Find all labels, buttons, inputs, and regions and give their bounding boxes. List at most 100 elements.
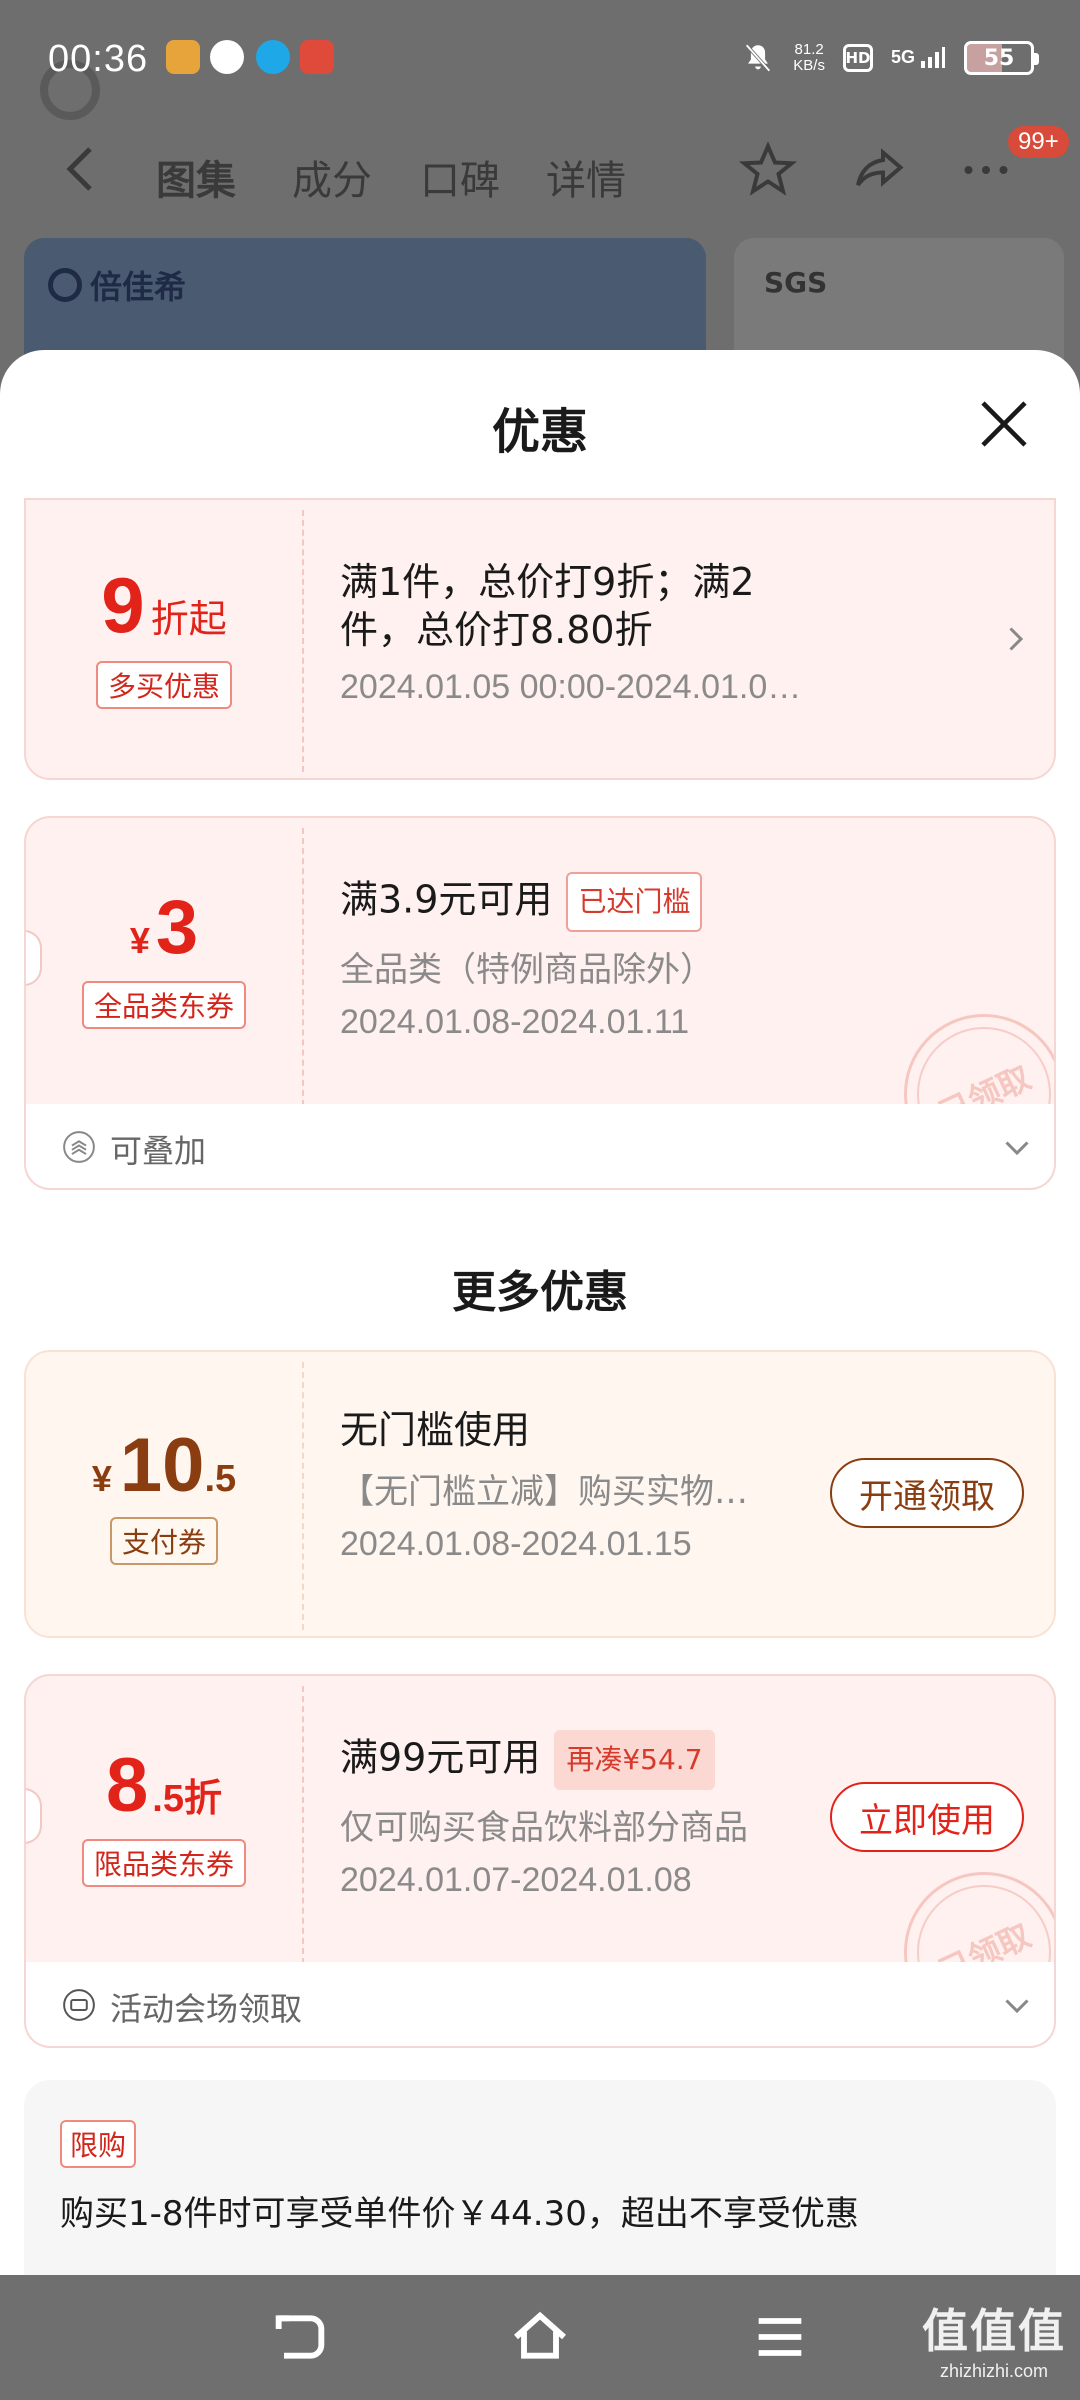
currency-symbol: ¥ [129, 920, 150, 961]
coupon-threshold-text: 满99元可用 [340, 1735, 541, 1780]
coupon-threshold: 满99元可用 再凑¥54.7 [340, 1730, 1054, 1790]
watermark-logo-text: 值值值 [922, 2304, 1066, 2358]
more-discounts-title: 更多优惠 [452, 1267, 628, 1318]
purchase-limit-text: 购买1-8件时可享受单件价￥44.30，超出不享受优惠 [60, 2194, 859, 2234]
tab-details[interactable]: 详情 [546, 148, 626, 206]
coupon-amount-suffix: .5 [204, 1458, 237, 1500]
notification-shop-icon [300, 40, 334, 74]
signal-5g-icon: 5G [891, 47, 946, 69]
more-dots-icon[interactable] [956, 140, 1016, 200]
brand-b-icon [48, 268, 82, 302]
event-venue-label: 活动会场领取 [110, 1990, 303, 2028]
status-bar: 00:36 81.2 KB/s HD 5G 55 [0, 0, 1080, 120]
discount-sheet: 优惠 9 折起 多买优惠 满1件，总价打9折；满2 件，总价打8.80折 202… [0, 350, 1080, 2275]
report-sgs-label: SGS [764, 266, 828, 299]
coupon-divider [302, 1362, 304, 1630]
activate-claim-button[interactable]: 开通领取 [830, 1458, 1024, 1528]
coupon-amount: 8 .5折 [106, 1742, 222, 1829]
notification-app-icon [166, 40, 200, 74]
coupon-amount-suffix: 折起 [150, 597, 227, 641]
coupon-value-area: ¥ 3 全品类东券 [26, 884, 302, 1029]
coupon-threshold-text: 无门槛使用 [340, 1408, 531, 1452]
coupon-divider [302, 1686, 304, 1962]
coupon-amount-main: 10 [119, 1423, 205, 1508]
threshold-met-badge: 已达门槛 [566, 872, 703, 932]
message-count-badge: 99+ [1008, 126, 1069, 158]
coupon-value-area: ¥ 10 .5 支付券 [26, 1422, 302, 1565]
hd-indicator: HD [842, 44, 873, 72]
notification-zhi-icon [210, 40, 244, 74]
watermark-url: zhizhizhi.com [939, 2361, 1049, 2381]
battery-icon: 55 [964, 41, 1039, 75]
coupon-divider [302, 828, 304, 1104]
coupon-type-tag: 支付券 [109, 1517, 218, 1565]
stackable-label: 可叠加 [110, 1132, 207, 1170]
coupon-threshold-text: 满3.9元可用 [340, 877, 553, 922]
use-now-button[interactable]: 立即使用 [830, 1782, 1024, 1852]
coupon-value-area: 8 .5折 限品类东券 [26, 1742, 302, 1887]
currency-symbol: ¥ [91, 1458, 112, 1499]
coupon-all-category[interactable]: ¥ 3 全品类东券 满3.9元可用 已达门槛 全品类（特例商品除外） 2024.0… [24, 816, 1056, 1104]
brand-name: 倍佳希 [90, 268, 187, 306]
product-nav: 图集 成分 口碑 详情 [0, 130, 1080, 210]
coupon-validity: 2024.01.08-2024.01.15 [340, 1525, 692, 1563]
coupon-multibuy[interactable]: 9 折起 多买优惠 满1件，总价打9折；满2 件，总价打8.80折 2024.0… [24, 498, 1056, 780]
status-time: 00:36 [48, 38, 149, 80]
remaining-amount-badge: 再凑¥54.7 [554, 1730, 715, 1790]
coupon-amount-suffix: .5折 [152, 1778, 222, 1820]
tab-gallery[interactable]: 图集 [156, 148, 236, 206]
coupon-info: 满3.9元可用 已达门槛 全品类（特例商品除外） 2024.01.08-2024.… [340, 872, 1054, 1042]
chevron-down-icon[interactable] [1002, 1990, 1032, 2020]
network-speed-unit: KB/s [793, 57, 825, 74]
stackable-row[interactable]: 可叠加 [24, 1104, 1056, 1190]
system-menu-icon[interactable] [748, 2305, 812, 2369]
coupon-threshold: 满3.9元可用 已达门槛 [340, 872, 1054, 932]
coupon-scope: 全品类（特例商品除外） [340, 950, 714, 990]
network-speed-value: 81.2 [794, 41, 824, 58]
status-indicators: 81.2 KB/s HD 5G 55 [741, 38, 1039, 78]
coupon-divider [302, 510, 304, 772]
tab-ingredients[interactable]: 成分 [292, 148, 372, 206]
coupon-amount: ¥ 3 [130, 884, 198, 971]
system-back-icon[interactable] [268, 2305, 332, 2369]
share-icon[interactable] [848, 140, 908, 200]
chevron-down-icon[interactable] [1002, 1132, 1032, 1162]
coupon-validity: 2024.01.05 00:00-2024.01.0… [340, 668, 802, 706]
coupon-amount-main: 9 [101, 561, 145, 649]
coupon-amount-main: 3 [155, 885, 199, 970]
favorite-star-icon[interactable] [738, 140, 798, 200]
coupon-payment[interactable]: ¥ 10 .5 支付券 无门槛使用 【无门槛立减】购买实物… 2024.01.0… [24, 1350, 1056, 1638]
brand-logo: 倍佳希 [48, 262, 186, 308]
stack-icon [63, 1131, 95, 1163]
coupon-amount: ¥ 10 .5 [92, 1422, 236, 1509]
coupon-type-tag: 全品类东券 [81, 981, 246, 1029]
purchase-limit-box: 限购 购买1-8件时可享受单件价￥44.30，超出不享受优惠 [24, 2080, 1056, 2275]
coupon-info: 满1件，总价打9折；满2 件，总价打8.80折 2024.01.05 00:00… [340, 558, 1054, 707]
claimed-stamp-text: 已领取 [933, 1058, 1037, 1104]
ticket-icon [63, 1989, 95, 2021]
coupon-value-area: 9 折起 多买优惠 [26, 560, 302, 709]
tab-reviews[interactable]: 口碑 [420, 148, 500, 206]
coupon-type-tag: 多买优惠 [95, 661, 232, 709]
network-speed: 81.2 KB/s [793, 42, 825, 74]
coupon-limited-category[interactable]: 8 .5折 限品类东券 满99元可用 再凑¥54.7 仅可购买食品饮料部分商品 2… [24, 1674, 1056, 1962]
network-type: 5G [890, 46, 915, 67]
close-icon[interactable] [976, 396, 1032, 452]
chevron-right-icon[interactable] [1000, 624, 1030, 654]
purchase-limit-tag: 限购 [60, 2120, 137, 2168]
coupon-rule-line1: 满1件，总价打9折；满2 [340, 560, 755, 604]
claimed-stamp-text: 已领取 [933, 1916, 1037, 1962]
mute-bell-icon [745, 44, 771, 72]
sheet-title: 优惠 [491, 404, 588, 460]
event-venue-row[interactable]: 活动会场领取 [24, 1962, 1056, 2048]
site-watermark: 值值值 zhizhizhi.com [922, 2295, 1066, 2382]
coupon-rule-line2: 件，总价打8.80折 [340, 608, 653, 652]
coupon-type-tag: 限品类东券 [81, 1839, 246, 1887]
system-nav-bar: 值值值 zhizhizhi.com [0, 2275, 1080, 2400]
coupon-amount-main: 8 [106, 1743, 149, 1828]
coupon-amount: 9 折起 [101, 560, 226, 651]
notification-qq-icon [256, 40, 290, 74]
back-arrow-icon[interactable] [60, 144, 100, 194]
battery-level: 55 [983, 45, 1015, 71]
system-home-icon[interactable] [508, 2305, 572, 2369]
